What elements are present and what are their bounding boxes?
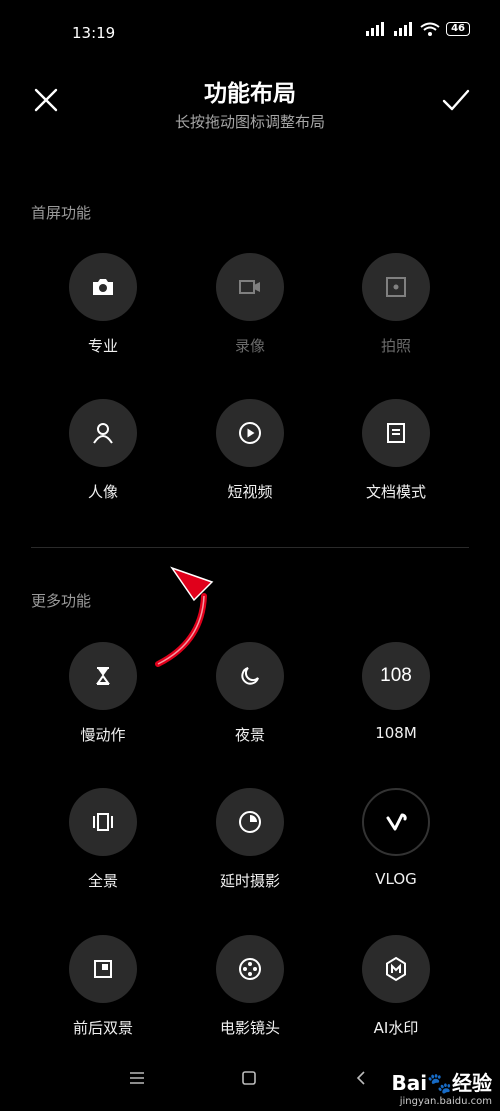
tile-circle: 108 <box>362 642 430 710</box>
tile-circle <box>69 642 137 710</box>
status-bar: 13:19 46 <box>0 0 500 60</box>
tile-label: 夜景 <box>234 726 265 744</box>
nav-home-button[interactable] <box>234 1063 264 1093</box>
section-title-home: 首屏功能 <box>31 204 92 222</box>
timelapse-icon <box>239 811 261 833</box>
tile-label: 专业 <box>87 337 118 355</box>
tile-timelapse[interactable]: 延时摄影 <box>190 788 310 891</box>
signal-icon <box>366 22 385 36</box>
moon-icon <box>241 667 259 685</box>
section-divider <box>31 547 469 548</box>
tile-vlog[interactable]: VLOG <box>336 788 456 888</box>
nav-menu-button[interactable] <box>122 1063 152 1093</box>
tile-label: 短视频 <box>227 483 273 501</box>
tile-panorama[interactable]: 全景 <box>43 788 163 891</box>
tile-label: 延时摄影 <box>219 872 280 890</box>
battery-indicator: 46 <box>446 22 470 36</box>
tile-circle <box>69 788 137 856</box>
back-icon <box>356 1071 365 1085</box>
section-title-more: 更多功能 <box>31 592 92 610</box>
tile-circle <box>69 935 137 1003</box>
confirm-button[interactable] <box>440 84 472 116</box>
video-icon <box>239 280 260 294</box>
watermark-brand2: 经验 <box>452 1071 492 1095</box>
tile-label: 文档模式 <box>365 483 426 501</box>
tile-circle <box>216 399 284 467</box>
page-subtitle: 长按拖动图标调整布局 <box>174 113 325 131</box>
tile-circle <box>362 788 430 856</box>
tile-label: 录像 <box>234 337 265 355</box>
status-icons: 46 <box>364 22 470 36</box>
panorama-icon <box>93 813 113 831</box>
play-icon <box>239 422 261 444</box>
tile-video[interactable]: 录像 <box>190 253 310 356</box>
tile-108m[interactable]: 108 108M <box>336 642 456 742</box>
watermark-brand: Bai <box>391 1071 428 1095</box>
tile-circle <box>69 253 137 321</box>
tile-label: 慢动作 <box>80 726 126 744</box>
tile-circle <box>69 399 137 467</box>
108-icon: 108 <box>380 665 412 686</box>
tile-label: 前后双景 <box>72 1019 133 1037</box>
tile-circle <box>362 935 430 1003</box>
tile-ai-watermark[interactable]: AI水印 <box>336 935 456 1038</box>
tile-circle <box>216 788 284 856</box>
watermark-logo: Bai🐾经验 <box>391 1067 492 1096</box>
ai-watermark-icon <box>386 956 406 982</box>
tile-short-video[interactable]: 短视频 <box>190 399 310 502</box>
camera-icon <box>93 279 113 295</box>
paw-icon: 🐾 <box>427 1071 452 1095</box>
tile-dual-view[interactable]: 前后双景 <box>43 935 163 1038</box>
document-icon <box>387 423 405 443</box>
tile-circle <box>362 399 430 467</box>
tile-label: 全景 <box>87 872 118 890</box>
wifi-icon <box>420 22 440 36</box>
tile-pro[interactable]: 专业 <box>43 253 163 356</box>
tile-film[interactable]: 电影镜头 <box>190 935 310 1038</box>
home-square-icon <box>242 1071 256 1085</box>
shutter-icon <box>386 277 406 297</box>
signal-icon-2 <box>394 22 413 36</box>
hourglass-icon <box>96 667 110 685</box>
tile-label: 电影镜头 <box>219 1019 280 1037</box>
dual-view-icon <box>94 960 112 978</box>
tile-label: AI水印 <box>373 1019 419 1037</box>
tile-circle <box>216 253 284 321</box>
tile-label: 人像 <box>87 483 118 501</box>
page-title: 功能布局 <box>204 81 296 107</box>
portrait-icon <box>93 423 113 444</box>
tile-label: VLOG <box>375 870 417 888</box>
watermark-url: jingyan.baidu.com <box>399 1096 492 1107</box>
tile-circle <box>216 642 284 710</box>
tile-portrait[interactable]: 人像 <box>43 399 163 502</box>
tile-photo[interactable]: 拍照 <box>336 253 456 356</box>
tile-label: 108M <box>375 724 417 742</box>
status-time: 13:19 <box>72 24 116 42</box>
tile-label: 拍照 <box>380 337 411 355</box>
tile-circle <box>362 253 430 321</box>
baidu-watermark: Bai🐾经验 jingyan.baidu.com <box>391 1067 492 1107</box>
tile-document[interactable]: 文档模式 <box>336 399 456 502</box>
menu-icon <box>130 1072 144 1084</box>
tile-circle <box>216 935 284 1003</box>
annotation-arrow <box>155 566 214 667</box>
film-reel-icon <box>239 958 261 980</box>
check-icon <box>442 89 470 111</box>
nav-back-button[interactable] <box>346 1063 376 1093</box>
tile-slow-motion[interactable]: 慢动作 <box>43 642 163 745</box>
vlog-icon <box>386 813 407 831</box>
